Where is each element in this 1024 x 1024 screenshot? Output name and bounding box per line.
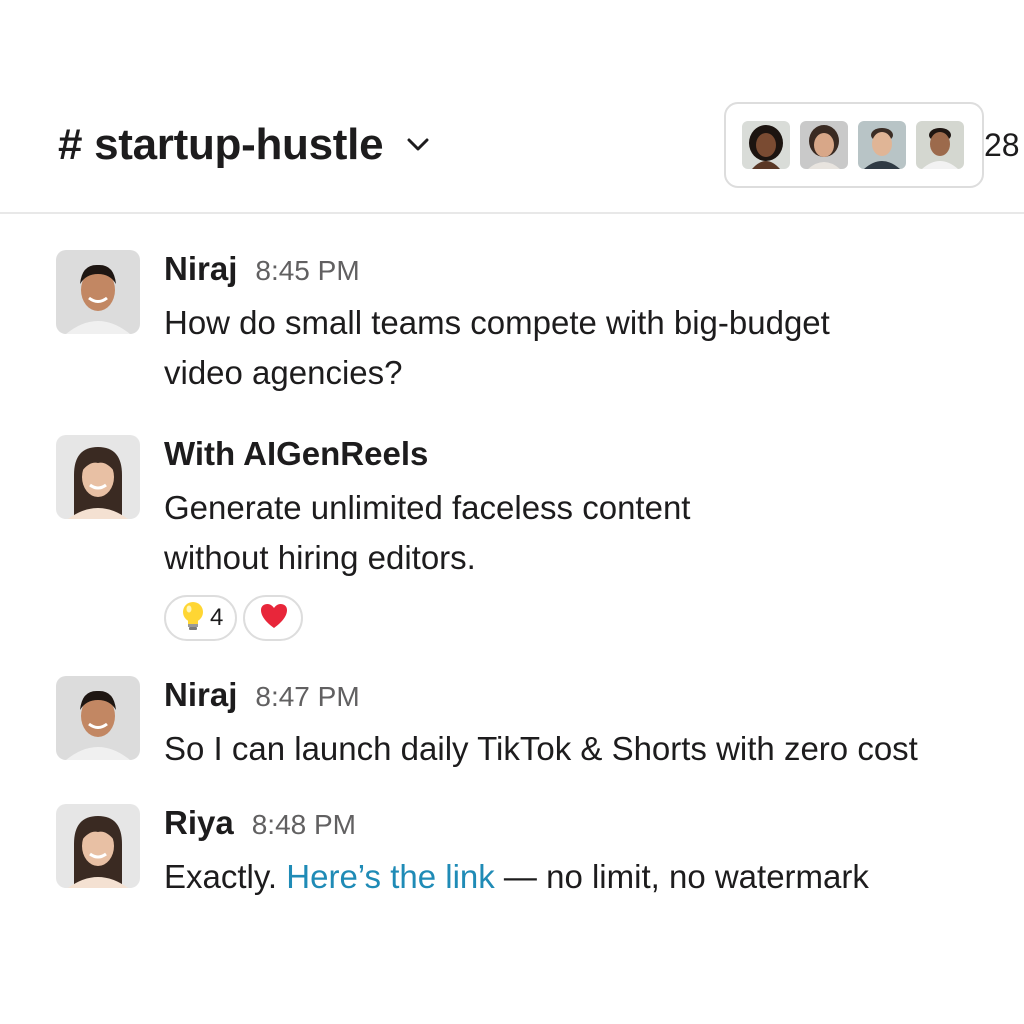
message-body: Riya 8:48 PM Exactly. Here’s the link — … xyxy=(164,804,984,902)
chat-window: # startup-hustle 28 Niraj 8:45 PM How do… xyxy=(0,0,1024,1024)
lightbulb-icon xyxy=(180,601,206,636)
sender-name[interactable]: Riya xyxy=(164,804,234,842)
avatar[interactable] xyxy=(56,435,140,519)
timestamp[interactable]: 8:47 PM xyxy=(255,681,359,713)
sender-name[interactable]: Niraj xyxy=(164,676,237,714)
reactions: 4 xyxy=(164,595,984,641)
message-line: So I can launch daily TikTok & Shorts wi… xyxy=(164,730,918,767)
message-text: How do small teams compete with big-budg… xyxy=(164,298,984,398)
message-body: Niraj 8:47 PM So I can launch daily TikT… xyxy=(164,676,984,774)
message-text: So I can launch daily TikTok & Shorts wi… xyxy=(164,724,984,774)
channel-title-button[interactable]: # startup-hustle xyxy=(58,118,431,172)
avatar[interactable] xyxy=(56,804,140,888)
member-avatars xyxy=(740,119,972,171)
member-avatar-2 xyxy=(798,119,850,171)
message-line: Generate unlimited faceless content xyxy=(164,489,691,526)
avatar[interactable] xyxy=(56,250,140,334)
sender-name[interactable]: Niraj xyxy=(164,250,237,288)
message-text: Generate unlimited faceless content with… xyxy=(164,483,984,583)
message-text-after: — no limit, no watermark xyxy=(494,858,869,895)
reaction-lightbulb[interactable]: 4 xyxy=(164,595,238,641)
timestamp[interactable]: 8:45 PM xyxy=(255,255,359,287)
message-link[interactable]: Here’s the link xyxy=(286,858,495,895)
avatar[interactable] xyxy=(56,676,140,760)
member-avatar-3 xyxy=(856,119,908,171)
message-line: without hiring editors. xyxy=(164,539,476,576)
channel-name: # startup-hustle xyxy=(58,120,384,169)
message-line: video agencies? xyxy=(164,354,403,391)
members-button[interactable]: 28 xyxy=(724,102,1020,188)
message-body: With AIGenReels Generate unlimited facel… xyxy=(164,435,984,641)
message-header: Riya 8:48 PM xyxy=(164,804,984,848)
reaction-count: 4 xyxy=(210,604,224,631)
heart-icon xyxy=(259,602,289,635)
message-text-before: Exactly. xyxy=(164,858,287,895)
message-header: With AIGenReels xyxy=(164,435,984,479)
message-text: Exactly. Here’s the link — no limit, no … xyxy=(164,852,984,902)
message-header: Niraj 8:47 PM xyxy=(164,676,984,720)
chevron-down-icon xyxy=(405,132,431,158)
member-count: 28 xyxy=(984,126,1020,163)
reaction-heart[interactable] xyxy=(243,595,304,641)
member-avatar-1 xyxy=(740,119,792,171)
message-header: Niraj 8:45 PM xyxy=(164,250,984,294)
message-body: Niraj 8:45 PM How do small teams compete… xyxy=(164,250,984,398)
channel-header: # startup-hustle 28 xyxy=(0,0,1024,214)
timestamp[interactable]: 8:48 PM xyxy=(252,809,356,841)
member-avatar-4 xyxy=(914,119,966,171)
message-line: How do small teams compete with big-budg… xyxy=(164,304,830,341)
sender-name[interactable]: With AIGenReels xyxy=(164,435,428,473)
